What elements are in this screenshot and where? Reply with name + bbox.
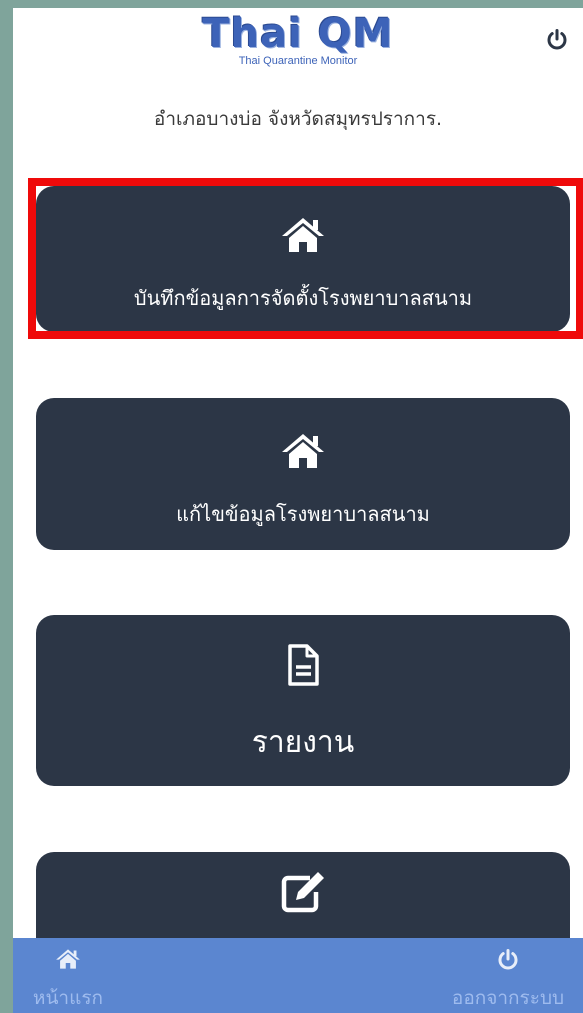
nav-home-label: หน้าแรก xyxy=(32,987,104,1009)
logo-subtitle: Thai Quarantine Monitor xyxy=(238,55,358,67)
location-text: อำเภอบางบ่อ จังหวัดสมุทรปราการ. xyxy=(153,108,443,130)
edit-field-hospital-button[interactable]: แก้ไขข้อมูลโรงพยาบาลสนาม xyxy=(36,398,570,550)
logo-title: Thai QM xyxy=(202,11,394,57)
card-label: แก้ไขข้อมูลโรงพยาบาลสนาม xyxy=(176,502,430,526)
report-button[interactable]: รายงาน xyxy=(36,615,570,786)
home-icon xyxy=(36,432,570,470)
nav-home[interactable]: หน้าแรก xyxy=(13,938,123,1013)
power-icon xyxy=(433,948,583,972)
home-icon xyxy=(36,216,570,254)
app-header: Thai QM Thai Quarantine Monitor xyxy=(13,8,583,78)
app-screen: Thai QM Thai Quarantine Monitor อำเภอบาง… xyxy=(13,8,583,1013)
document-icon xyxy=(36,643,570,687)
record-field-hospital-button[interactable]: บันทึกข้อมูลการจัดตั้งโรงพยาบาลสนาม xyxy=(36,186,570,332)
home-icon xyxy=(13,948,123,970)
bottom-navigation: หน้าแรก ออกจากระบบ xyxy=(13,938,583,1013)
edit-icon xyxy=(36,870,570,914)
app-logo: Thai QM Thai Quarantine Monitor xyxy=(13,14,583,67)
nav-logout[interactable]: ออกจากระบบ xyxy=(433,938,583,1013)
nav-logout-label: ออกจากระบบ xyxy=(451,987,565,1009)
power-icon[interactable] xyxy=(545,28,569,52)
card-label: รายงาน xyxy=(251,725,355,760)
card-label: บันทึกข้อมูลการจัดตั้งโรงพยาบาลสนาม xyxy=(133,286,473,310)
